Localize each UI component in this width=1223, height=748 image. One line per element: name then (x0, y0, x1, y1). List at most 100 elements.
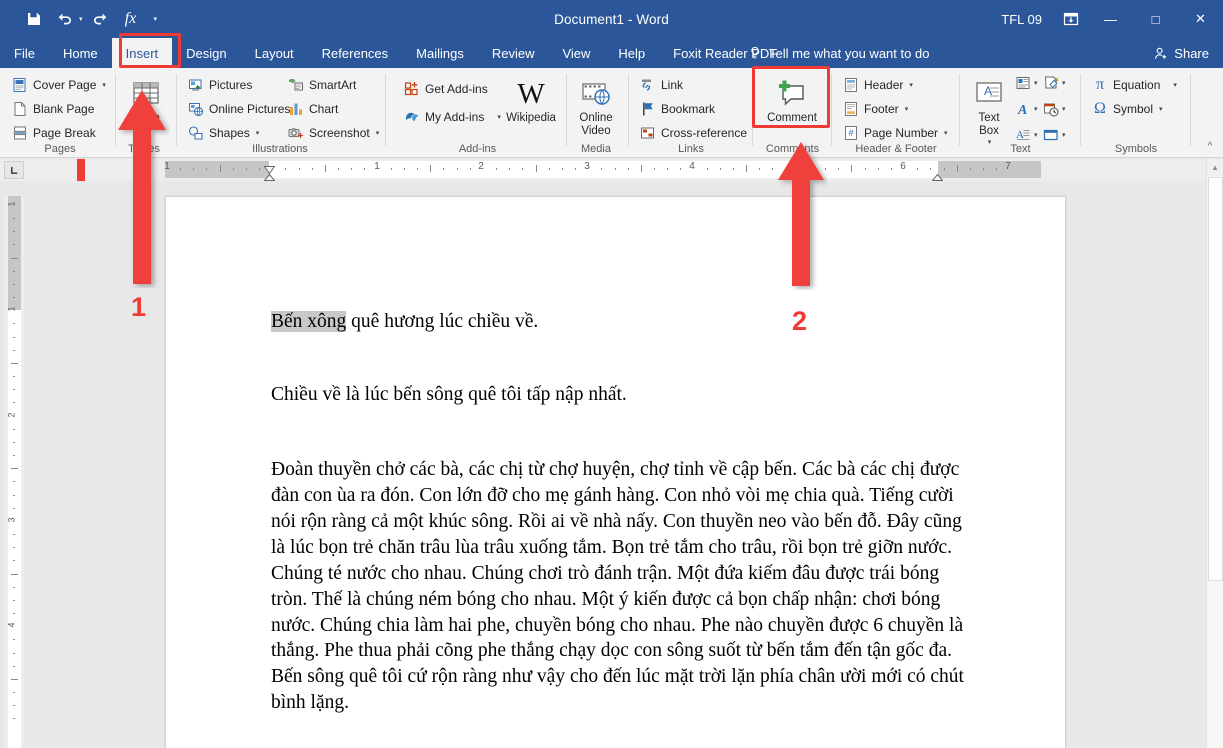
chevron-down-icon[interactable]: ▾ (1034, 79, 1038, 87)
minimize-button[interactable]: — (1088, 0, 1133, 38)
shapes-label: Shapes (209, 126, 250, 140)
tab-mailings[interactable]: Mailings (402, 38, 478, 68)
paragraph-3[interactable]: Đoàn thuyền chở các bà, các chị từ chợ h… (271, 457, 971, 716)
ribbon-item-my-add-ins[interactable]: My Add-ins ▾ (400, 106, 505, 128)
chevron-down-icon[interactable]: ▾ (909, 81, 913, 89)
ribbon-item-comment[interactable]: Comment (764, 74, 820, 125)
ribbon-item-online-pictures[interactable]: Online Pictures (184, 98, 294, 120)
paragraph-2[interactable]: Chiều về là lúc bến sông quê tôi tấp nập… (271, 384, 971, 405)
ribbon-item-pictures[interactable]: Pictures (184, 74, 256, 96)
ribbon-item-header[interactable]: Header ▾ (839, 74, 917, 96)
ribbon-item-screenshot[interactable]: Screenshot ▾ (284, 122, 383, 144)
ribbon-item-cross-reference[interactable]: Cross-reference (636, 122, 751, 144)
ribbon-item-drop-cap[interactable]: A ▾ (1015, 127, 1038, 143)
scroll-up-icon[interactable]: ▲ (1207, 159, 1223, 176)
ribbon-item-shapes[interactable]: Shapes ▾ (184, 122, 263, 144)
chevron-down-icon[interactable]: ▾ (1159, 105, 1163, 113)
maximize-button[interactable]: □ (1133, 0, 1178, 38)
equation-label: Equation (1113, 78, 1161, 92)
paragraph-1[interactable]: Bến xông quê hương lúc chiều về. (271, 311, 971, 332)
ribbon-item-wordart[interactable]: A ▾ (1015, 101, 1038, 117)
ribbon-item-cover-page[interactable]: Cover Page ▾ (8, 74, 110, 96)
tab-file[interactable]: File (0, 38, 49, 68)
tell-me-search[interactable]: Tell me what you want to do (748, 38, 929, 68)
tab-stop-selector-button[interactable] (4, 161, 24, 179)
tab-insert[interactable]: Insert (111, 38, 173, 68)
collapse-ribbon-icon[interactable]: ^ (1201, 138, 1219, 154)
group-label-illustrations: Illustrations (252, 143, 308, 155)
ribbon-item-text-box[interactable]: A Text Box ▾ (967, 74, 1011, 146)
ribbon-display-options-icon[interactable] (1054, 4, 1088, 34)
vertical-ruler-tick-mark (11, 468, 18, 470)
ribbon-item-signature-line[interactable]: ▾ (1043, 75, 1066, 91)
scrollbar-thumb[interactable] (1208, 177, 1223, 581)
chevron-down-icon[interactable]: ▾ (256, 129, 260, 137)
ribbon-item-footer[interactable]: Footer ▾ (839, 98, 912, 120)
right-indent-marker[interactable] (931, 168, 944, 181)
tab-view[interactable]: View (548, 38, 604, 68)
ribbon-item-online-video[interactable]: Online Video (568, 74, 624, 138)
drop-cap-icon: A (1016, 129, 1030, 141)
save-icon[interactable] (20, 5, 48, 33)
redo-icon[interactable] (86, 5, 114, 33)
ruler-tick-7: 7 (1005, 161, 1011, 172)
chevron-down-icon[interactable]: ▾ (1173, 81, 1177, 89)
ruler-tick-mark (496, 168, 498, 170)
ribbon-item-wikipedia[interactable]: W Wikipedia (500, 74, 562, 125)
tab-help[interactable]: Help (604, 38, 659, 68)
vertical-scrollbar[interactable]: ▲ (1206, 159, 1223, 748)
ribbon-item-get-add-ins[interactable]: Get Add-ins (400, 78, 492, 100)
tab-review[interactable]: Review (478, 38, 549, 68)
horizontal-ruler[interactable]: 1 1 2 3 4 5 6 7 (0, 159, 1206, 181)
divider (1080, 74, 1081, 146)
tab-design[interactable]: Design (172, 38, 240, 68)
undo-dropdown-icon[interactable]: ▾ (79, 15, 83, 23)
tab-home[interactable]: Home (49, 38, 112, 68)
ribbon-item-bookmark[interactable]: Bookmark (636, 98, 719, 120)
ribbon-item-date-time[interactable]: ▾ (1043, 101, 1066, 117)
share-button[interactable]: Share (1154, 38, 1209, 68)
customize-quick-access-toolbar-icon[interactable]: ▾ (154, 15, 158, 23)
tab-layout[interactable]: Layout (241, 38, 308, 68)
chevron-down-icon[interactable]: ▾ (944, 129, 948, 137)
ribbon-item-smartart[interactable]: SmartArt (284, 74, 360, 96)
chevron-down-icon[interactable]: ▾ (102, 81, 106, 89)
document-text[interactable]: Bến xông quê hương lúc chiều về. Chiều v… (271, 311, 971, 716)
vertical-ruler-tick-mark (11, 257, 18, 259)
account-name[interactable]: TFL 09 (1001, 12, 1042, 27)
vertical-ruler[interactable]: 1 1 2 3 4 (4, 196, 24, 748)
ribbon-item-object[interactable]: ▾ (1043, 127, 1066, 143)
chevron-down-icon[interactable]: ▾ (1034, 105, 1038, 113)
vertical-ruler-tick-number: 2 (6, 412, 17, 418)
title-bar: Document1 - Word ▾ fx ▾ TFL 09 — □ ✕ (0, 0, 1223, 38)
undo-icon[interactable] (51, 5, 79, 33)
selected-text[interactable]: Bến xông (271, 311, 347, 332)
vertical-ruler-tick-mark (13, 534, 15, 536)
ribbon-item-chart[interactable]: Chart (284, 98, 342, 120)
annotation-number-2: 2 (792, 306, 808, 336)
ribbon-item-blank-page[interactable]: Blank Page (8, 98, 98, 120)
ribbon-item-page-number[interactable]: # Page Number ▾ (839, 122, 952, 144)
vertical-ruler-tick-mark (13, 270, 15, 272)
fx-icon[interactable]: fx (117, 5, 145, 33)
ruler-tick-mark (930, 168, 932, 170)
ribbon-item-page-break[interactable]: Page Break (8, 122, 100, 144)
chevron-down-icon[interactable]: ▾ (1062, 79, 1066, 87)
ruler-tick-mark (509, 168, 511, 170)
chevron-down-icon[interactable]: ▾ (376, 129, 380, 137)
document-page[interactable]: Bến xông quê hương lúc chiều về. Chiều v… (165, 196, 1066, 748)
ribbon-item-quick-parts[interactable]: ▾ (1015, 75, 1038, 91)
chevron-down-icon[interactable]: ▾ (1034, 131, 1038, 139)
ribbon-item-equation[interactable]: π Equation ▾ (1088, 74, 1181, 96)
ribbon-group-links: Link Bookmark Cross-reference Links (632, 68, 750, 158)
close-button[interactable]: ✕ (1178, 0, 1223, 38)
ribbon-item-link[interactable]: Link (636, 74, 687, 96)
tab-references[interactable]: References (308, 38, 402, 68)
chevron-down-icon[interactable]: ▾ (1062, 131, 1066, 139)
quick-parts-icon (1016, 77, 1030, 89)
ribbon-item-symbol[interactable]: Ω Symbol ▾ (1088, 98, 1167, 120)
chevron-down-icon[interactable]: ▾ (905, 105, 909, 113)
svg-text:A: A (1017, 103, 1027, 117)
chevron-down-icon[interactable]: ▾ (1062, 105, 1066, 113)
left-indent-marker[interactable] (263, 174, 276, 180)
